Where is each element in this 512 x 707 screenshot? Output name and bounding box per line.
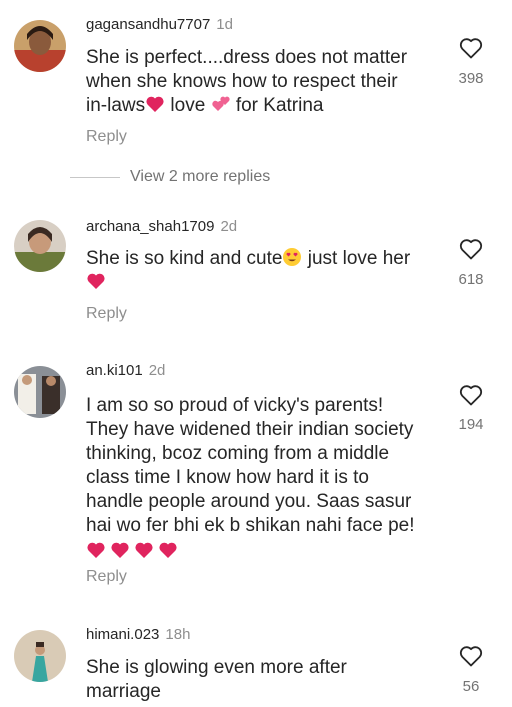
red-heart-emoji: [159, 542, 177, 558]
comment-meta: archana_shah1709 2d: [86, 218, 237, 235]
text-line: handle people around you. Saas sasur: [86, 491, 412, 512]
timestamp: 18h: [165, 626, 191, 643]
timestamp: 2d: [148, 362, 166, 379]
username[interactable]: an.ki101: [86, 362, 143, 379]
like-count: 398: [458, 70, 484, 87]
text-fragment: love: [165, 95, 211, 116]
reply-button[interactable]: Reply: [86, 128, 127, 146]
comment-meta: an.ki101 2d: [86, 362, 165, 379]
text-line: She is so kind and cute just love her: [86, 247, 446, 271]
like-count: 194: [458, 416, 484, 433]
heart-eyes-emoji: [283, 248, 302, 266]
view-more-replies[interactable]: View 2 more replies: [70, 168, 270, 188]
text-line: [86, 540, 446, 564]
comment-text: I am so so proud of vicky's parents! The…: [86, 394, 446, 564]
username[interactable]: archana_shah1709: [86, 218, 214, 235]
heart-outline-icon[interactable]: [458, 383, 484, 407]
timestamp: 2d: [220, 218, 238, 235]
username[interactable]: himani.023: [86, 626, 159, 643]
text-line: class time I know how hard it is to: [86, 467, 369, 488]
text-line: thinking, bcoz coming from a middle: [86, 443, 390, 464]
timestamp: 1d: [216, 16, 233, 33]
red-heart-emoji: [146, 96, 164, 112]
text-line: in-laws love for Katrina: [86, 94, 446, 118]
divider-line: [70, 176, 120, 178]
comment-meta: himani.023 18h: [86, 626, 190, 643]
text-fragment: just love her: [302, 248, 411, 269]
text-line: I am so so proud of vicky's parents!: [86, 395, 384, 416]
text-line: She is glowing even more after: [86, 657, 347, 678]
text-line: She is perfect....dress does not matter: [86, 47, 408, 68]
comment-meta: gagansandhu7707 1d: [86, 16, 233, 33]
reply-button[interactable]: Reply: [86, 305, 127, 323]
like-count: 618: [458, 271, 484, 288]
heart-outline-icon[interactable]: [458, 644, 484, 668]
text-fragment: for Katrina: [230, 95, 324, 116]
text-line: when she knows how to respect their: [86, 71, 398, 92]
text-line: They have widened their indian society: [86, 419, 414, 440]
comment-text: She is glowing even more after marriage: [86, 656, 446, 704]
avatar[interactable]: [14, 366, 66, 418]
avatar[interactable]: [14, 20, 66, 72]
like-count: 56: [462, 678, 480, 695]
red-heart-emoji: [111, 542, 129, 558]
comment-text: She is perfect....dress does not matter …: [86, 46, 446, 118]
text-line: hai wo fer bhi ek b shikan nahi face pe!: [86, 515, 415, 536]
text-fragment: in-laws: [86, 95, 146, 116]
two-hearts-emoji: [211, 96, 230, 111]
red-heart-emoji: [135, 542, 153, 558]
heart-outline-icon[interactable]: [458, 36, 484, 60]
heart-outline-icon[interactable]: [458, 237, 484, 261]
text-fragment: She is so kind and cute: [86, 248, 283, 269]
red-heart-emoji: [87, 542, 105, 558]
text-line: [86, 271, 446, 295]
comment-text: She is so kind and cute just love her: [86, 247, 446, 295]
username[interactable]: gagansandhu7707: [86, 16, 210, 33]
avatar[interactable]: [14, 630, 66, 682]
view-more-label[interactable]: View 2 more replies: [130, 168, 270, 185]
text-line: marriage: [86, 681, 161, 702]
reply-button[interactable]: Reply: [86, 568, 127, 586]
avatar[interactable]: [14, 220, 66, 272]
red-heart-emoji: [87, 273, 105, 289]
